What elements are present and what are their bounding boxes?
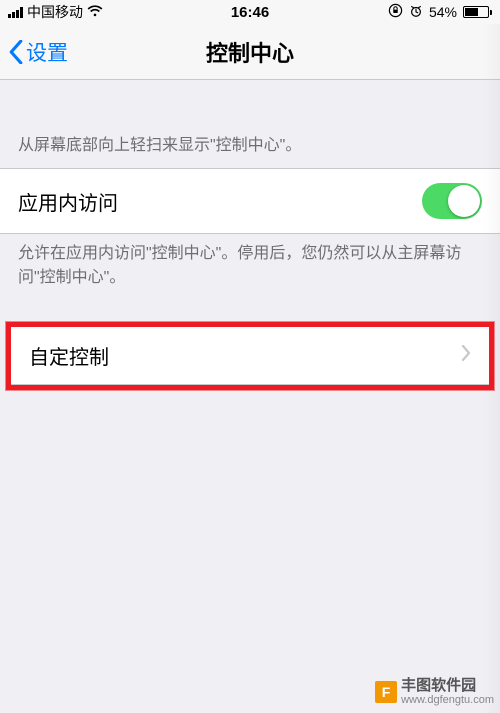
status-time: 16:46: [231, 4, 269, 21]
row-customize-controls-label: 自定控制: [29, 341, 109, 370]
orientation-lock-icon: [388, 3, 403, 21]
signal-bars-icon: [8, 7, 23, 18]
row-in-app-access-label: 应用内访问: [18, 187, 118, 216]
watermark-url: www.dgfengtu.com: [401, 694, 494, 707]
spacer: [0, 80, 500, 126]
watermark-logo-icon: F: [375, 681, 397, 703]
row-customize-controls[interactable]: 自定控制: [11, 327, 489, 385]
chevron-left-icon: [8, 40, 24, 64]
status-right: 54%: [269, 3, 492, 21]
chevron-right-icon: [461, 344, 471, 367]
watermark: F 丰图软件园 www.dgfengtu.com: [375, 677, 494, 707]
battery-icon: [463, 6, 492, 18]
back-button[interactable]: 设置: [8, 37, 68, 67]
section-help-text: 从屏幕底部向上轻扫来显示"控制中心"。: [0, 126, 500, 168]
toggle-knob: [448, 185, 480, 217]
status-left: 中国移动: [8, 2, 231, 22]
highlight-annotation: 自定控制: [6, 322, 494, 390]
alarm-icon: [409, 4, 423, 21]
carrier-label: 中国移动: [27, 2, 83, 22]
in-app-access-toggle[interactable]: [422, 183, 482, 219]
battery-fill: [465, 8, 478, 16]
status-bar: 中国移动 16:46 54%: [0, 0, 500, 24]
row-in-app-access[interactable]: 应用内访问: [0, 168, 500, 234]
watermark-title: 丰图软件园: [401, 677, 494, 694]
back-label: 设置: [26, 37, 68, 67]
nav-bar: 设置 控制中心: [0, 24, 500, 80]
row-in-app-footer: 允许在应用内访问"控制中心"。停用后，您仍然可以从主屏幕访问"控制中心"。: [0, 234, 500, 300]
wifi-icon: [87, 4, 103, 20]
page-title: 控制中心: [0, 36, 500, 68]
battery-percentage: 54%: [429, 4, 457, 20]
